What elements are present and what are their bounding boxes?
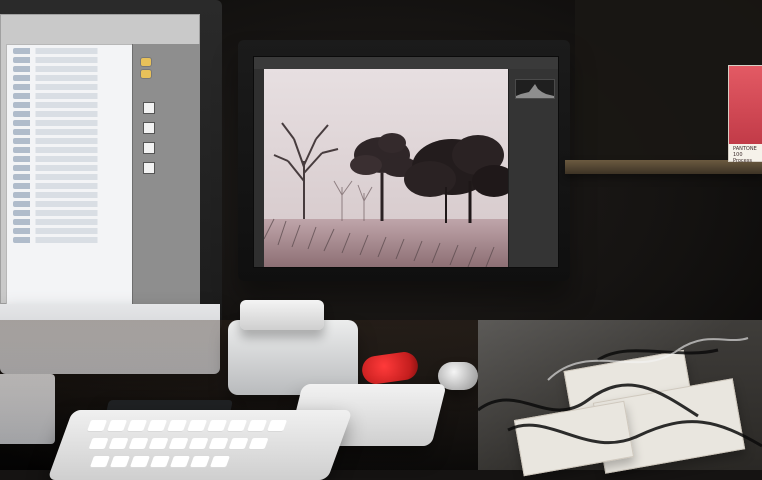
cables	[478, 337, 762, 448]
right-monitor-screen	[253, 56, 559, 268]
file-icon	[143, 122, 155, 134]
file-row	[13, 138, 126, 144]
pantone-color-bar	[729, 66, 762, 144]
keyboard-key	[168, 438, 189, 450]
keyboard-key	[266, 420, 288, 432]
keyboard-key	[126, 420, 148, 432]
keyboard-key	[149, 456, 170, 468]
keyboard-key	[189, 456, 210, 468]
file-row	[13, 219, 126, 225]
file-icon	[143, 102, 155, 114]
small-computer	[240, 300, 324, 330]
keyboard-key	[109, 456, 130, 468]
keyboard-key	[86, 420, 108, 432]
adjustments-panel	[508, 69, 558, 267]
file-row	[13, 165, 126, 171]
keyboard-key	[148, 438, 169, 450]
image-canvas	[264, 69, 508, 267]
keyboard-key	[226, 420, 248, 432]
file-row	[13, 75, 126, 81]
file-row	[13, 228, 126, 234]
file-row	[13, 129, 126, 135]
file-row	[13, 237, 126, 243]
file-row	[13, 102, 126, 108]
keyboard-key	[106, 420, 128, 432]
file-row	[13, 174, 126, 180]
keyboard-key	[166, 420, 188, 432]
workspace-photo: PANTONE 100 Process	[0, 0, 762, 480]
file-row	[13, 147, 126, 153]
folder-icon	[141, 70, 151, 78]
inspector-panel	[132, 44, 200, 304]
keyboard-key	[206, 420, 228, 432]
file-row	[13, 183, 126, 189]
file-row	[13, 48, 126, 54]
paper-and-cables-area	[478, 320, 762, 477]
keyboard-key	[209, 456, 230, 468]
keyboard-key	[128, 438, 149, 450]
file-row	[13, 93, 126, 99]
file-row	[13, 57, 126, 63]
keyboard-key	[108, 438, 129, 450]
pantone-card: PANTONE 100 Process	[728, 65, 762, 164]
file-row	[13, 84, 126, 90]
pantone-subtitle: 100 Process	[733, 152, 752, 164]
keyboard-key	[88, 438, 109, 450]
file-row	[13, 201, 126, 207]
keyboard-key	[129, 456, 150, 468]
file-row	[13, 120, 126, 126]
histogram-widget	[515, 79, 555, 99]
keyboard-key	[208, 438, 229, 450]
keyboard-key	[188, 438, 209, 450]
keyboard-key	[248, 438, 269, 450]
keyboard-key	[169, 456, 190, 468]
file-row	[13, 66, 126, 72]
pantone-card-text: PANTONE 100 Process	[733, 146, 761, 164]
keyboard-key	[246, 420, 268, 432]
winter-trees-image	[264, 69, 508, 267]
left-monitor-screen	[0, 14, 200, 304]
keyboard-key	[228, 438, 249, 450]
keyboard-key	[186, 420, 208, 432]
file-list-pane	[6, 44, 133, 304]
file-icon	[143, 142, 155, 154]
keyboard-key	[89, 456, 110, 468]
folder-icon	[141, 58, 151, 66]
histogram-graph	[516, 84, 554, 98]
keyboard-key	[146, 420, 168, 432]
file-row	[13, 210, 126, 216]
file-row	[13, 111, 126, 117]
file-row	[13, 156, 126, 162]
file-row	[13, 192, 126, 198]
file-icon	[143, 162, 155, 174]
